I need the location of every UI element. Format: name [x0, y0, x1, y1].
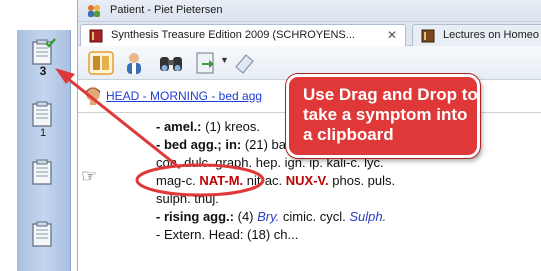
clipboard-4[interactable]	[28, 220, 58, 248]
clipboard-icon	[32, 101, 52, 127]
rubric-amel[interactable]: - amel.: (1) kreos.	[156, 118, 260, 136]
tab-lectures[interactable]: Lectures on Homeo	[412, 24, 541, 46]
book-icon	[421, 29, 435, 43]
rubric-extern-head[interactable]: - Extern. Head: (18) ch...	[156, 226, 298, 244]
rubric-rising-agg[interactable]: - rising agg.: (4) Bry. cimic. cycl. Sul…	[156, 208, 386, 226]
clipboard-2[interactable]: 1	[28, 100, 58, 139]
clipboard-1-count: 3	[39, 64, 47, 78]
clipboard-3[interactable]	[28, 158, 58, 186]
clipboard-2-count: 1	[39, 127, 47, 139]
doctor-icon[interactable]	[122, 51, 146, 75]
clipboard-icon	[32, 221, 52, 247]
window-titlebar: Patient - Piet Pietersen	[78, 0, 541, 22]
book-icon[interactable]	[88, 51, 114, 75]
clipboard-icon	[32, 159, 52, 185]
clipboard-checked-icon	[32, 38, 56, 65]
tab-lectures-label: Lectures on Homeo	[443, 29, 539, 41]
close-icon[interactable]: ✕	[387, 28, 397, 42]
tab-bar: Synthesis Treasure Edition 2009 (SCHROYE…	[78, 22, 541, 46]
remedy-line: sulph. thuj.	[156, 191, 219, 206]
annotation-text: Use Drag and Drop to take a symptom into…	[303, 85, 478, 144]
clipboard-1[interactable]: 3	[28, 38, 58, 78]
tab-synthesis-label: Synthesis Treasure Edition 2009 (SCHROYE…	[111, 29, 355, 41]
head-icon	[86, 87, 100, 105]
clipboard-strip: 3 1	[17, 30, 71, 271]
eraser-icon[interactable]	[232, 51, 256, 75]
binoculars-icon[interactable]	[158, 51, 184, 75]
book-icon	[89, 29, 103, 43]
annotation-callout: Use Drag and Drop to take a symptom into…	[286, 74, 480, 158]
window-title: Patient - Piet Pietersen	[110, 4, 223, 16]
rubric-bed-agg[interactable]: - bed agg.; in: (21) ba	[156, 136, 286, 154]
pointing-hand-icon: ☞	[81, 166, 98, 186]
patient-icon	[88, 5, 100, 17]
breadcrumb-link[interactable]: HEAD - MORNING - bed agg	[106, 89, 262, 103]
dropdown-arrow-icon[interactable]: ▼	[220, 55, 229, 65]
document-arrow-icon[interactable]	[194, 51, 218, 75]
remedy-line: mag-c. NAT-M. nit-ac. NUX-V. phos. puls.	[156, 173, 396, 188]
tab-synthesis[interactable]: Synthesis Treasure Edition 2009 (SCHROYE…	[80, 24, 406, 46]
